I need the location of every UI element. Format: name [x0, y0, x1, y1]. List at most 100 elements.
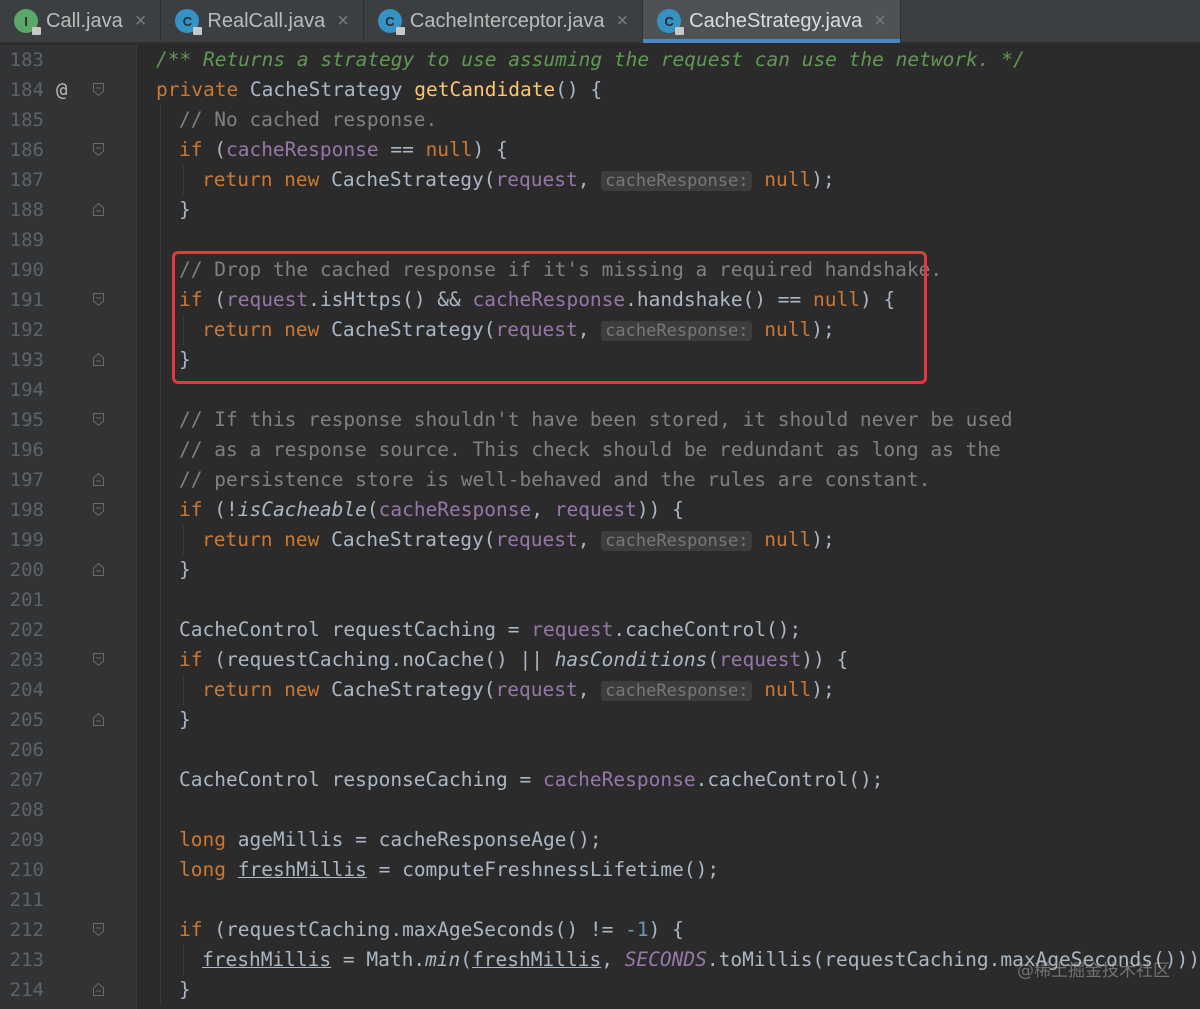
- line-number: 214: [9, 979, 44, 1001]
- indent-guide: [160, 135, 161, 165]
- fold-open-icon[interactable]: [93, 413, 104, 426]
- code-line[interactable]: 185 // No cached response.: [0, 105, 1200, 135]
- indent-guide: [160, 315, 161, 345]
- code-lines: 183 /** Returns a strategy to use assumin…: [0, 45, 1200, 1005]
- code-line[interactable]: 203 if (requestCaching.noCache() || hasCo…: [0, 645, 1200, 675]
- code-line[interactable]: 211: [0, 885, 1200, 915]
- code-line[interactable]: 196 // as a response source. This check s…: [0, 435, 1200, 465]
- indent-guide: [183, 165, 184, 195]
- code-line[interactable]: 186 if (cacheResponse == null) {: [0, 135, 1200, 165]
- line-number: 210: [9, 859, 44, 881]
- tab-realcall-java[interactable]: C RealCall.java ×: [161, 0, 364, 42]
- watermark: @稀土掘金技术社区: [1017, 961, 1170, 981]
- code-editor[interactable]: 183 /** Returns a strategy to use assumin…: [0, 45, 1200, 1009]
- fold-open-icon[interactable]: [93, 653, 104, 666]
- indent-guide: [160, 705, 161, 735]
- override-marker-icon[interactable]: @: [56, 75, 67, 105]
- code-line[interactable]: 206: [0, 735, 1200, 765]
- code-line[interactable]: 204 return new CacheStrategy(request, cac…: [0, 675, 1200, 705]
- line-number: 191: [9, 289, 44, 311]
- class-icon: C: [657, 9, 685, 35]
- code-line[interactable]: 197 // persistence store is well-behaved …: [0, 465, 1200, 495]
- highlight-annotation-box: [172, 251, 927, 384]
- close-icon[interactable]: ×: [616, 10, 628, 33]
- code-text: // If this response shouldn't have been …: [179, 408, 1013, 431]
- indent-guide: [160, 975, 161, 1005]
- indent-guide: [160, 945, 161, 975]
- code-line[interactable]: 207 CacheControl responseCaching = cacheR…: [0, 765, 1200, 795]
- indent-guide: [183, 945, 184, 975]
- indent-guide: [160, 375, 161, 405]
- tab-label: CacheStrategy.java: [689, 9, 863, 32]
- code-line[interactable]: 199 return new CacheStrategy(request, cac…: [0, 525, 1200, 555]
- line-number: 193: [9, 349, 44, 371]
- code-text: /** Returns a strategy to use assuming t…: [156, 48, 1025, 71]
- indent-guide: [160, 765, 161, 795]
- indent-guide: [160, 645, 161, 675]
- line-number: 184: [9, 79, 44, 101]
- code-text: }: [179, 198, 191, 221]
- indent-guide: [160, 285, 161, 315]
- code-line[interactable]: 205}: [0, 705, 1200, 735]
- indent-guide: [160, 555, 161, 585]
- code-text: }: [179, 978, 191, 1001]
- code-text: // as a response source. This check shou…: [179, 438, 1001, 461]
- fold-close-icon[interactable]: [93, 473, 104, 486]
- code-text: return new CacheStrategy(request, cacheR…: [202, 528, 835, 551]
- line-number: 207: [9, 769, 44, 791]
- indent-guide: [160, 495, 161, 525]
- close-icon[interactable]: ×: [337, 10, 349, 33]
- code-line[interactable]: 198 if (!isCacheable(cacheResponse, reque…: [0, 495, 1200, 525]
- tab-cachestrategy-java[interactable]: C CacheStrategy.java ×: [643, 0, 901, 43]
- indent-guide: [160, 195, 161, 225]
- line-number: 206: [9, 739, 44, 761]
- code-line[interactable]: 184 @ private CacheStrategy getCandidate()…: [0, 75, 1200, 105]
- code-line[interactable]: 188}: [0, 195, 1200, 225]
- fold-open-icon[interactable]: [93, 503, 104, 516]
- fold-close-icon[interactable]: [93, 203, 104, 216]
- line-number: 199: [9, 529, 44, 551]
- code-text: private CacheStrategy getCandidate() {: [156, 78, 603, 101]
- code-text: long ageMillis = cacheResponseAge();: [179, 828, 602, 851]
- tab-label: Call.java: [46, 9, 123, 32]
- line-number: 208: [9, 799, 44, 821]
- fold-close-icon[interactable]: [93, 353, 104, 366]
- indent-guide: [160, 465, 161, 495]
- class-icon: C: [377, 9, 405, 35]
- code-line[interactable]: 183 /** Returns a strategy to use assumin…: [0, 45, 1200, 75]
- fold-open-icon[interactable]: [93, 923, 104, 936]
- code-line[interactable]: 210 long freshMillis = computeFreshnessLi…: [0, 855, 1200, 885]
- code-line[interactable]: 202 CacheControl requestCaching = request…: [0, 615, 1200, 645]
- line-number: 213: [9, 949, 44, 971]
- code-line[interactable]: 201: [0, 585, 1200, 615]
- fold-close-icon[interactable]: [93, 713, 104, 726]
- line-number: 200: [9, 559, 44, 581]
- fold-close-icon[interactable]: [93, 983, 104, 996]
- code-line[interactable]: 212 if (requestCaching.maxAgeSeconds() !=…: [0, 915, 1200, 945]
- line-number: 190: [9, 259, 44, 281]
- line-number: 212: [9, 919, 44, 941]
- fold-open-icon[interactable]: [93, 83, 104, 96]
- fold-open-icon[interactable]: [93, 293, 104, 306]
- indent-guide: [160, 345, 161, 375]
- code-line[interactable]: 195 // If this response shouldn't have be…: [0, 405, 1200, 435]
- fold-close-icon[interactable]: [93, 563, 104, 576]
- close-icon[interactable]: ×: [135, 10, 147, 33]
- line-number: 203: [9, 649, 44, 671]
- code-line[interactable]: 200}: [0, 555, 1200, 585]
- line-number: 194: [9, 379, 44, 401]
- tab-cacheinterceptor-java[interactable]: C CacheInterceptor.java ×: [364, 0, 644, 42]
- close-icon[interactable]: ×: [874, 10, 886, 33]
- line-number: 186: [9, 139, 44, 161]
- line-number: 187: [9, 169, 44, 191]
- indent-guide: [160, 405, 161, 435]
- code-text: CacheControl responseCaching = cacheResp…: [179, 768, 884, 791]
- code-line[interactable]: 209 long ageMillis = cacheResponseAge();: [0, 825, 1200, 855]
- code-line[interactable]: 187 return new CacheStrategy(request, cac…: [0, 165, 1200, 195]
- code-line[interactable]: 208: [0, 795, 1200, 825]
- fold-open-icon[interactable]: [93, 143, 104, 156]
- code-text: // No cached response.: [179, 108, 438, 131]
- tab-call-java[interactable]: I Call.java ×: [0, 0, 162, 42]
- indent-guide: [160, 225, 161, 255]
- line-number: 198: [9, 499, 44, 521]
